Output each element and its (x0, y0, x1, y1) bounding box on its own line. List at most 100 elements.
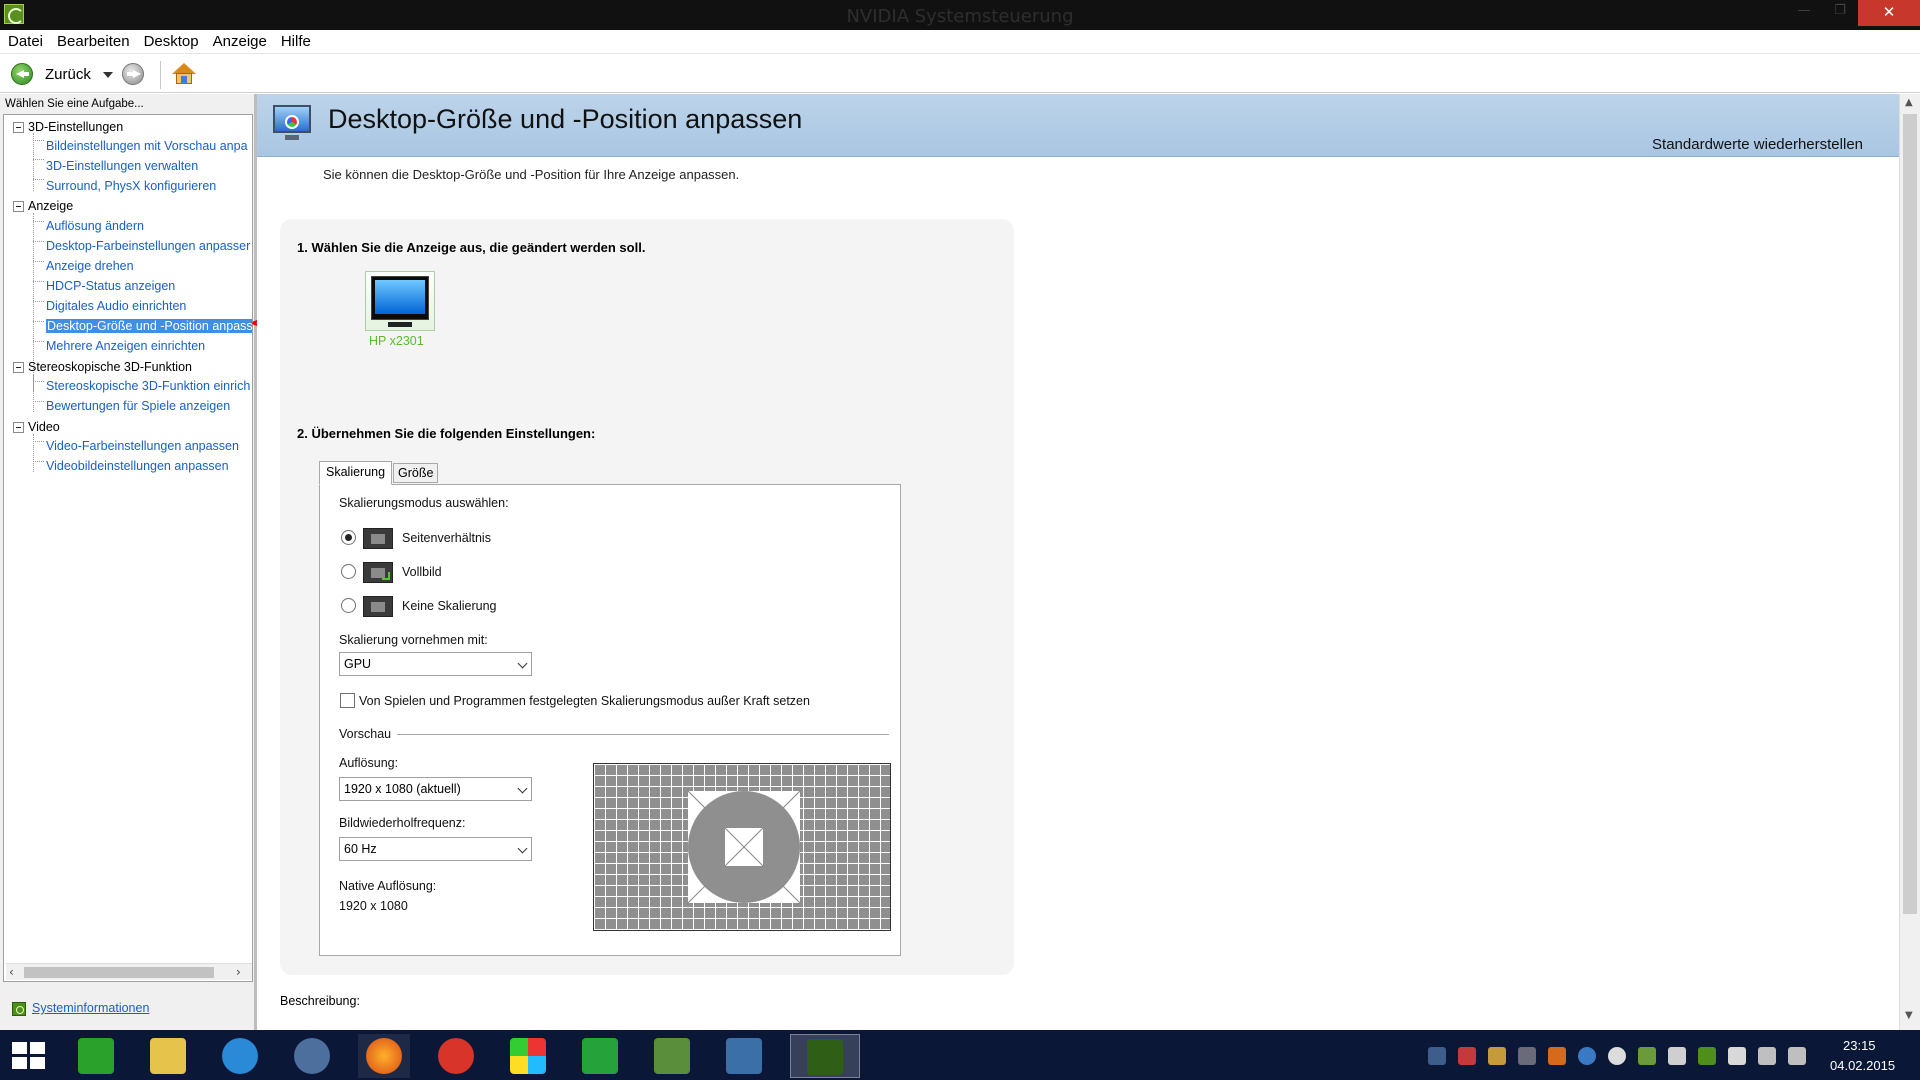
maximize-button[interactable]: ❐ (1822, 0, 1858, 22)
no-scaling-icon (363, 596, 393, 617)
tree-group-video[interactable]: Video (28, 420, 60, 434)
collapse-video-icon[interactable] (13, 422, 24, 433)
clock-date[interactable]: 04.02.2015 (1830, 1058, 1895, 1073)
tray-app-icon[interactable] (1488, 1047, 1506, 1065)
tree-item-rotate-display[interactable]: Anzeige drehen (46, 259, 134, 273)
menu-hilfe[interactable]: Hilfe (274, 30, 318, 50)
clock-time[interactable]: 23:15 (1843, 1038, 1876, 1053)
back-history-dropdown-icon[interactable] (103, 72, 113, 78)
resolution-select[interactable]: 1920 x 1080 (aktuell) (339, 777, 532, 801)
override-scaling-checkbox[interactable] (340, 693, 355, 708)
tree-item-hdcp-status[interactable]: HDCP-Status anzeigen (46, 279, 175, 293)
collapse-3d-settings-icon[interactable] (13, 122, 24, 133)
file-explorer-icon[interactable] (142, 1034, 194, 1078)
menu-desktop[interactable]: Desktop (137, 30, 206, 50)
tree-horizontal-scrollbar[interactable]: ‹ › (6, 963, 252, 980)
close-button[interactable]: ✕ (1858, 0, 1920, 26)
tree-item-video-color[interactable]: Video-Farbeinstellungen anpassen (46, 439, 239, 453)
aspect-ratio-label[interactable]: Seitenverhältnis (402, 531, 491, 545)
windows-start-icon[interactable] (12, 1042, 46, 1070)
home-icon[interactable] (172, 63, 196, 85)
fullscreen-label[interactable]: Vollbild (402, 565, 442, 579)
tray-app-icon[interactable] (1578, 1047, 1596, 1065)
store-icon[interactable] (70, 1034, 122, 1078)
tray-flag-icon[interactable] (1668, 1047, 1686, 1065)
system-info-icon[interactable] (12, 1002, 26, 1016)
green-board-icon[interactable] (646, 1034, 698, 1078)
display-selector[interactable] (365, 271, 435, 331)
task-pane-header: Wählen Sie eine Aufgabe... (5, 98, 144, 110)
tree-item-video-image[interactable]: Videobildeinstellungen anpassen (46, 459, 229, 473)
native-resolution-label: Native Auflösung: (339, 879, 437, 893)
thunderbird-icon[interactable] (286, 1034, 338, 1078)
page-title: Desktop-Größe und -Position anpassen (328, 104, 803, 134)
radio-aspect-ratio[interactable] (341, 530, 356, 545)
menu-datei[interactable]: Datei (0, 30, 50, 50)
scroll-up-icon[interactable]: ▲ (1905, 97, 1913, 108)
forward-arrow-icon[interactable] (122, 63, 144, 85)
tree-line (33, 261, 44, 262)
perform-scaling-select[interactable]: GPU (339, 652, 532, 676)
tray-app-icon[interactable] (1608, 1047, 1626, 1065)
tree-item-game-ratings[interactable]: Bewertungen für Spiele anzeigen (46, 399, 230, 413)
tray-volume-icon[interactable] (1788, 1047, 1806, 1065)
scroll-right-icon[interactable]: › (236, 965, 241, 979)
tray-network-icon[interactable] (1428, 1047, 1446, 1065)
no-scaling-label[interactable]: Keine Skalierung (402, 599, 497, 613)
tray-app-icon[interactable] (1518, 1047, 1536, 1065)
tree-group-3d-settings[interactable]: 3D-Einstellungen (28, 120, 123, 134)
bars-app-icon[interactable] (718, 1034, 770, 1078)
tray-k-icon[interactable] (1728, 1047, 1746, 1065)
tab-size[interactable]: Größe (393, 463, 439, 483)
minimize-button[interactable]: — (1786, 0, 1822, 22)
tree-line (33, 221, 44, 222)
refresh-rate-select[interactable]: 60 Hz (339, 837, 532, 861)
app-64-icon[interactable] (574, 1034, 626, 1078)
tree-line (33, 401, 44, 402)
tray-app-icon[interactable] (1548, 1047, 1566, 1065)
firefox-icon[interactable] (358, 1034, 410, 1078)
scrollbar-thumb[interactable] (1903, 114, 1917, 914)
scroll-down-icon[interactable]: ▼ (1905, 1010, 1913, 1021)
scroll-left-icon[interactable]: ‹ (9, 965, 14, 979)
collapse-stereo-3d-icon[interactable] (13, 362, 24, 373)
radio-no-scaling[interactable] (341, 598, 356, 613)
toolbar-separator (160, 61, 161, 89)
menu-bearbeiten[interactable]: Bearbeiten (50, 30, 137, 50)
internet-explorer-icon[interactable] (214, 1034, 266, 1078)
tray-shield-icon[interactable] (1458, 1047, 1476, 1065)
tree-item-setup-stereo-3d[interactable]: Stereoskopische 3D-Funktion einrich (46, 379, 250, 393)
back-button[interactable]: Zurück (45, 66, 91, 83)
tree-item-image-settings[interactable]: Bildeinstellungen mit Vorschau anpa (46, 139, 248, 153)
scaling-preview (593, 763, 891, 931)
tray-nvidia-icon[interactable] (1698, 1047, 1716, 1065)
chevron-down-icon (517, 658, 528, 669)
tree-group-display[interactable]: Anzeige (28, 199, 73, 213)
tab-scaling[interactable]: Skalierung (319, 461, 393, 485)
override-scaling-label[interactable]: Von Spielen und Programmen festgelegten … (359, 694, 810, 708)
restore-defaults-link[interactable]: Standardwerte wiederherstellen (1652, 136, 1863, 153)
back-arrow-icon[interactable] (11, 63, 33, 85)
collapse-display-icon[interactable] (13, 201, 24, 212)
step1-heading: 1. Wählen Sie die Anzeige aus, die geänd… (297, 240, 646, 255)
tree-item-digital-audio[interactable]: Digitales Audio einrichten (46, 299, 186, 313)
tree-group-stereo-3d[interactable]: Stereoskopische 3D-Funktion (28, 360, 192, 374)
tree-item-manage-3d[interactable]: 3D-Einstellungen verwalten (46, 159, 198, 173)
tray-app-icon[interactable] (1638, 1047, 1656, 1065)
ccleaner-icon[interactable] (430, 1034, 482, 1078)
tree-item-desktop-size-position[interactable]: Desktop-Größe und -Position anpass (46, 319, 252, 333)
pinwheel-app-icon[interactable] (502, 1034, 554, 1078)
tree-item-surround-physx[interactable]: Surround, PhysX konfigurieren (46, 179, 216, 193)
task-tree: 3D-Einstellungen Bildeinstellungen mit V… (3, 114, 253, 982)
tree-item-change-resolution[interactable]: Auflösung ändern (46, 219, 144, 233)
tray-network-status-icon[interactable] (1758, 1047, 1776, 1065)
tree-item-desktop-color[interactable]: Desktop-Farbeinstellungen anpasser (46, 239, 250, 253)
system-info-link[interactable]: Systeminformationen (32, 1001, 149, 1015)
display-name[interactable]: HP x2301 (369, 334, 424, 348)
tree-item-multiple-displays[interactable]: Mehrere Anzeigen einrichten (46, 339, 205, 353)
menu-anzeige[interactable]: Anzeige (206, 30, 274, 50)
scrollbar-thumb[interactable] (24, 967, 214, 978)
radio-fullscreen[interactable] (341, 564, 356, 579)
nvidia-taskbar-icon[interactable] (790, 1034, 860, 1078)
content-vertical-scrollbar[interactable]: ▲ ▼ (1899, 94, 1920, 1030)
